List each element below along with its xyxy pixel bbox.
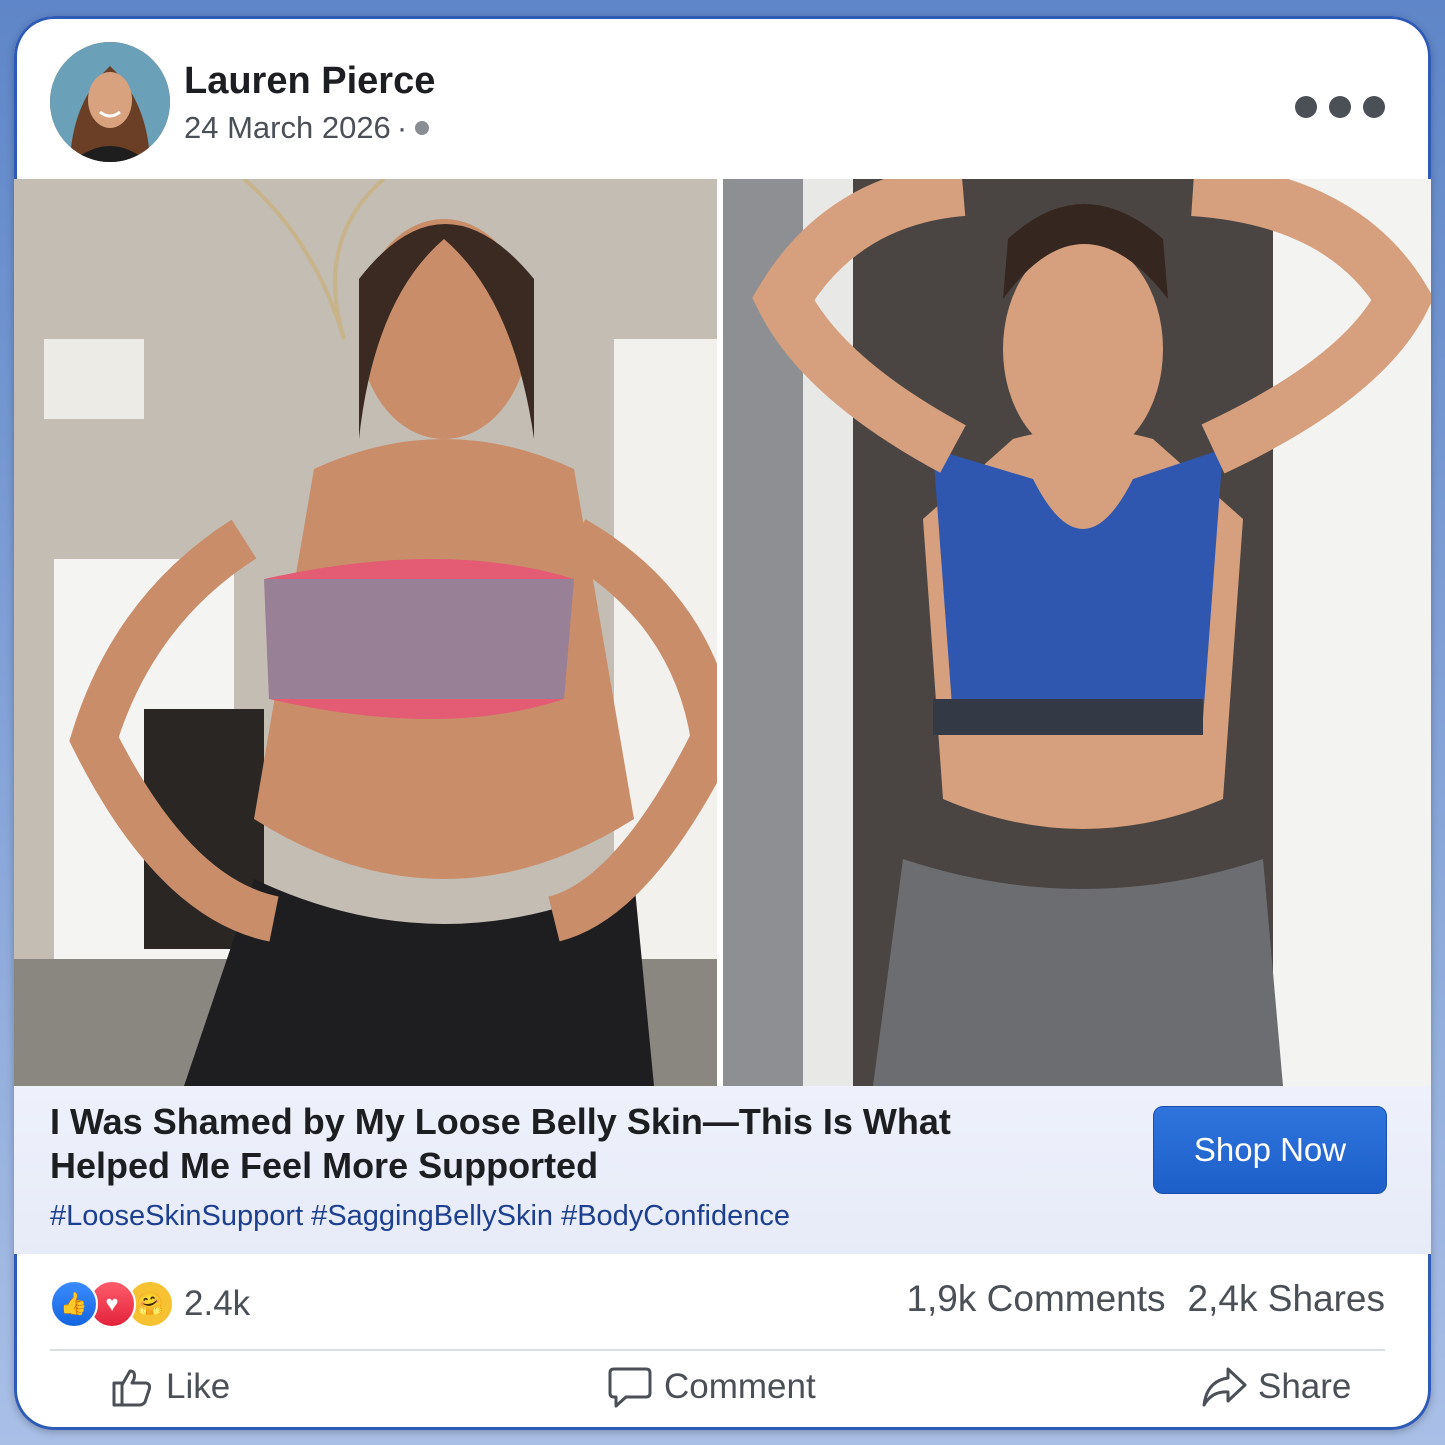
- share-button[interactable]: Share: [1200, 1363, 1351, 1411]
- after-photo[interactable]: [723, 179, 1431, 1086]
- comment-button[interactable]: Comment: [606, 1363, 816, 1411]
- post-date-text: 24 March 2026: [184, 110, 391, 145]
- comments-count[interactable]: 1,9k Comments: [906, 1278, 1165, 1320]
- post-header: Lauren Pierce 24 March 2026 ·: [14, 16, 1431, 179]
- before-photo[interactable]: [14, 179, 717, 1086]
- more-dot: [1329, 96, 1351, 118]
- more-dot: [1363, 96, 1385, 118]
- author-avatar[interactable]: [50, 42, 170, 162]
- share-label: Share: [1258, 1367, 1352, 1406]
- post-photos[interactable]: [14, 179, 1431, 1086]
- ad-caption-bar: I Was Shamed by My Loose Belly Skin—This…: [14, 1086, 1431, 1254]
- shares-count[interactable]: 2,4k Shares: [1188, 1278, 1385, 1320]
- post-date[interactable]: 24 March 2026 ·: [184, 110, 430, 146]
- ad-headline[interactable]: I Was Shamed by My Loose Belly Skin—This…: [50, 1100, 1010, 1188]
- engagement-stats: 👍 ♥ 🤗 2.4k 1,9k Comments 2,4k Shares: [50, 1254, 1385, 1351]
- thumbs-up-icon: [112, 1369, 152, 1407]
- date-separator: ·: [396, 110, 408, 145]
- more-options-icon[interactable]: [1295, 96, 1385, 118]
- comment-bubble-icon: [608, 1367, 652, 1408]
- reaction-count: 2.4k: [184, 1284, 251, 1323]
- reaction-summary[interactable]: 👍 ♥ 🤗 2.4k: [50, 1280, 250, 1328]
- globe-icon: [415, 121, 430, 135]
- comment-label: Comment: [664, 1367, 816, 1406]
- like-reaction-icon: 👍: [50, 1280, 98, 1328]
- like-label: Like: [166, 1367, 231, 1406]
- ad-post-card: Lauren Pierce 24 March 2026 · I Was Sham…: [14, 16, 1431, 1430]
- shop-now-button[interactable]: Shop Now: [1153, 1106, 1387, 1194]
- author-name[interactable]: Lauren Pierce: [184, 60, 435, 103]
- ad-hashtags[interactable]: #LooseSkinSupport #SaggingBellySkin #Bod…: [50, 1200, 790, 1233]
- like-button[interactable]: Like: [108, 1363, 230, 1411]
- post-actions: Like Comment Share: [14, 1351, 1431, 1429]
- share-arrow-icon: [1202, 1367, 1247, 1407]
- engagement-counts: 1,9k Comments 2,4k Shares: [906, 1278, 1385, 1320]
- more-dot: [1295, 96, 1317, 118]
